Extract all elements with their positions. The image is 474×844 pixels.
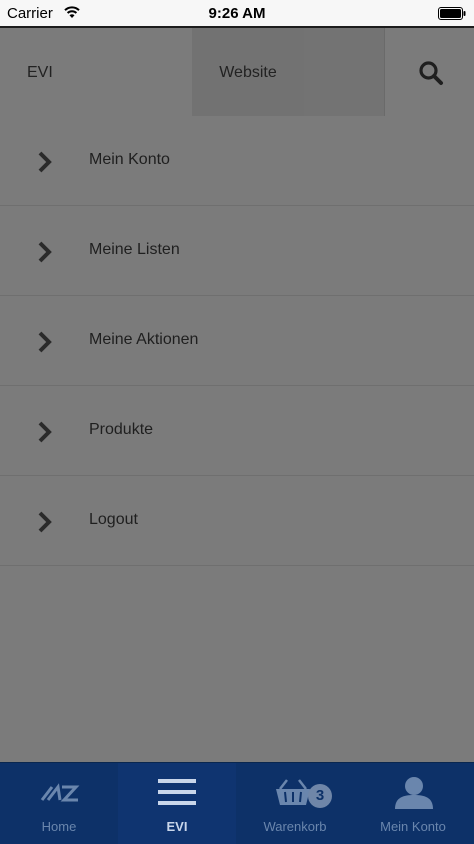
tab-website[interactable]: Website xyxy=(192,28,304,116)
tab-home-label: Home xyxy=(41,819,77,834)
basket-icon xyxy=(276,779,310,805)
tab-home[interactable]: Home xyxy=(0,763,118,844)
nav-spacer xyxy=(304,28,384,116)
menu-item-label: Mein Konto xyxy=(89,151,170,168)
menu-item-label: Meine Listen xyxy=(89,241,180,258)
tab-evi-bottom[interactable]: EVI xyxy=(118,763,236,844)
top-nav: EVI Website xyxy=(0,28,474,116)
tab-warenkorb[interactable]: Warenkorb xyxy=(236,763,354,844)
menu-item-meine-aktionen[interactable]: Meine Aktionen xyxy=(0,296,474,386)
clock: 9:26 AM xyxy=(208,5,266,22)
menu-item-label: Produkte xyxy=(89,421,154,438)
tab-evi-bottom-label: EVI xyxy=(166,819,188,834)
tab-warenkorb-label: Warenkorb xyxy=(263,819,327,834)
menu-item-meine-listen[interactable]: Meine Listen xyxy=(0,206,474,296)
menu-item-mein-konto[interactable]: Mein Konto xyxy=(0,116,474,206)
tab-website-label: Website xyxy=(219,64,277,81)
cart-count-badge: 3 xyxy=(308,784,332,808)
battery-icon xyxy=(438,7,466,20)
chevron-right-icon xyxy=(38,511,52,533)
tab-mein-konto-label: Mein Konto xyxy=(380,819,446,834)
bottom-tab-bar: Home EVI Warenkorb Mein Konto xyxy=(0,762,474,844)
side-menu: Mein Konto Meine Listen Meine Aktionen P… xyxy=(0,116,474,566)
menu-item-label: Meine Aktionen xyxy=(89,331,199,348)
chevron-right-icon xyxy=(38,151,52,173)
tab-evi-label: EVI xyxy=(27,64,53,81)
person-icon xyxy=(395,777,433,809)
chevron-right-icon xyxy=(38,331,52,353)
status-bar: Carrier 9:26 AM xyxy=(0,0,474,28)
chevron-right-icon xyxy=(38,241,52,263)
home-logo-icon xyxy=(40,783,80,802)
menu-item-produkte[interactable]: Produkte xyxy=(0,386,474,476)
chevron-right-icon xyxy=(38,421,52,443)
hamburger-icon xyxy=(158,779,196,805)
tab-evi[interactable]: EVI xyxy=(0,28,192,116)
tab-mein-konto[interactable]: Mein Konto xyxy=(354,763,472,844)
search-button[interactable] xyxy=(384,28,474,116)
menu-item-label: Logout xyxy=(89,511,138,528)
search-icon xyxy=(419,61,443,85)
menu-item-logout[interactable]: Logout xyxy=(0,476,474,566)
